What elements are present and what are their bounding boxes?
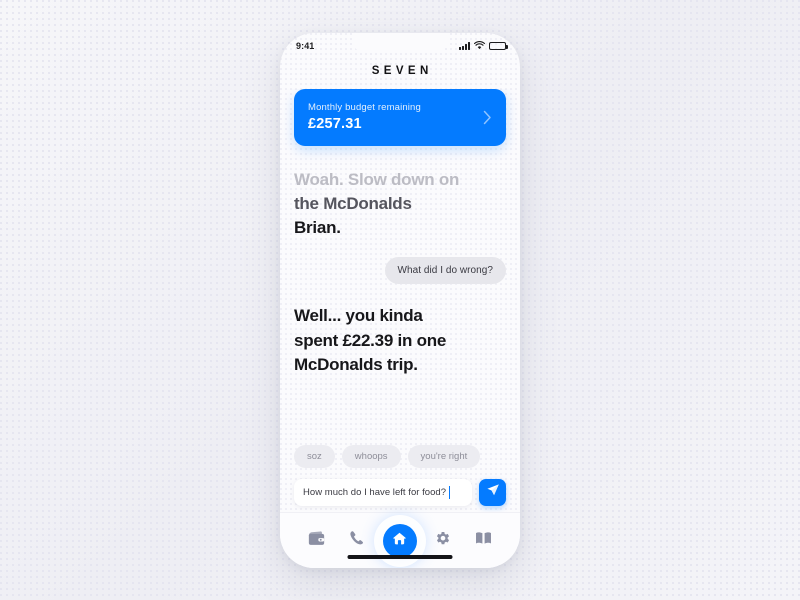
bot-message-line: McDonalds trip.: [294, 354, 418, 374]
bottom-tab-bar: [280, 512, 520, 568]
app-title: SEVEN: [371, 65, 433, 77]
bot-message-line: the McDonalds: [294, 194, 412, 214]
wifi-icon: [473, 37, 486, 55]
wallet-icon: [308, 530, 325, 551]
quick-reply-chips: soz whoops you're right: [294, 445, 506, 468]
quick-reply-chip-youre-right[interactable]: you're right: [407, 445, 481, 468]
monthly-budget-card[interactable]: Monthly budget remaining £257.31: [294, 89, 506, 146]
phone-device-frame: 9:41 SEVEN Monthly budget remaining £257…: [280, 33, 520, 568]
message-input-value: How much do I have left for food?: [303, 487, 447, 498]
tab-item-guide[interactable]: [469, 526, 499, 556]
tab-item-settings[interactable]: [428, 526, 458, 556]
home-icon: [392, 531, 407, 551]
battery-icon: [489, 41, 508, 51]
quick-reply-chip-soz[interactable]: soz: [294, 445, 335, 468]
text-caret: [449, 486, 451, 499]
bot-message-second: Well... you kinda spent £22.39 in one Mc…: [294, 304, 489, 376]
signal-bars-icon: [459, 42, 470, 50]
budget-card-text: Monthly budget remaining £257.31: [308, 102, 421, 132]
quick-reply-chip-whoops[interactable]: whoops: [341, 445, 401, 468]
status-bar: 9:41: [280, 33, 520, 57]
screen-content: Monthly budget remaining £257.31 Woah. S…: [280, 89, 520, 512]
message-composer: How much do I have left for food?: [294, 479, 506, 512]
phone-icon: [349, 530, 365, 551]
tab-item-calls[interactable]: [342, 526, 372, 556]
budget-card-label: Monthly budget remaining: [308, 102, 421, 113]
tab-item-home[interactable]: [382, 523, 417, 558]
message-input[interactable]: How much do I have left for food?: [294, 479, 472, 506]
gear-icon: [435, 530, 451, 551]
bot-message-line: Well... you kinda: [294, 306, 423, 326]
conversation-thread: Woah. Slow down on the McDonalds Brian. …: [294, 146, 506, 425]
status-bar-icons: [459, 37, 508, 55]
home-indicator: [347, 555, 453, 559]
bot-message-first: Woah. Slow down on the McDonalds Brian.: [294, 168, 489, 240]
bot-message-line: Brian.: [294, 218, 341, 238]
status-bar-time: 9:41: [296, 41, 315, 51]
user-message-row: What did I do wrong?: [294, 257, 506, 285]
bot-message-line: Woah. Slow down on: [294, 170, 460, 189]
send-button[interactable]: [479, 479, 506, 506]
tab-item-wallet[interactable]: [301, 526, 331, 556]
chevron-right-icon[interactable]: [483, 110, 492, 125]
bot-message-line: spent £22.39 in one: [294, 330, 447, 350]
budget-card-amount: £257.31: [308, 116, 362, 132]
user-message-bubble: What did I do wrong?: [384, 257, 506, 285]
book-icon: [475, 531, 492, 550]
send-paper-plane-icon: [486, 483, 500, 502]
